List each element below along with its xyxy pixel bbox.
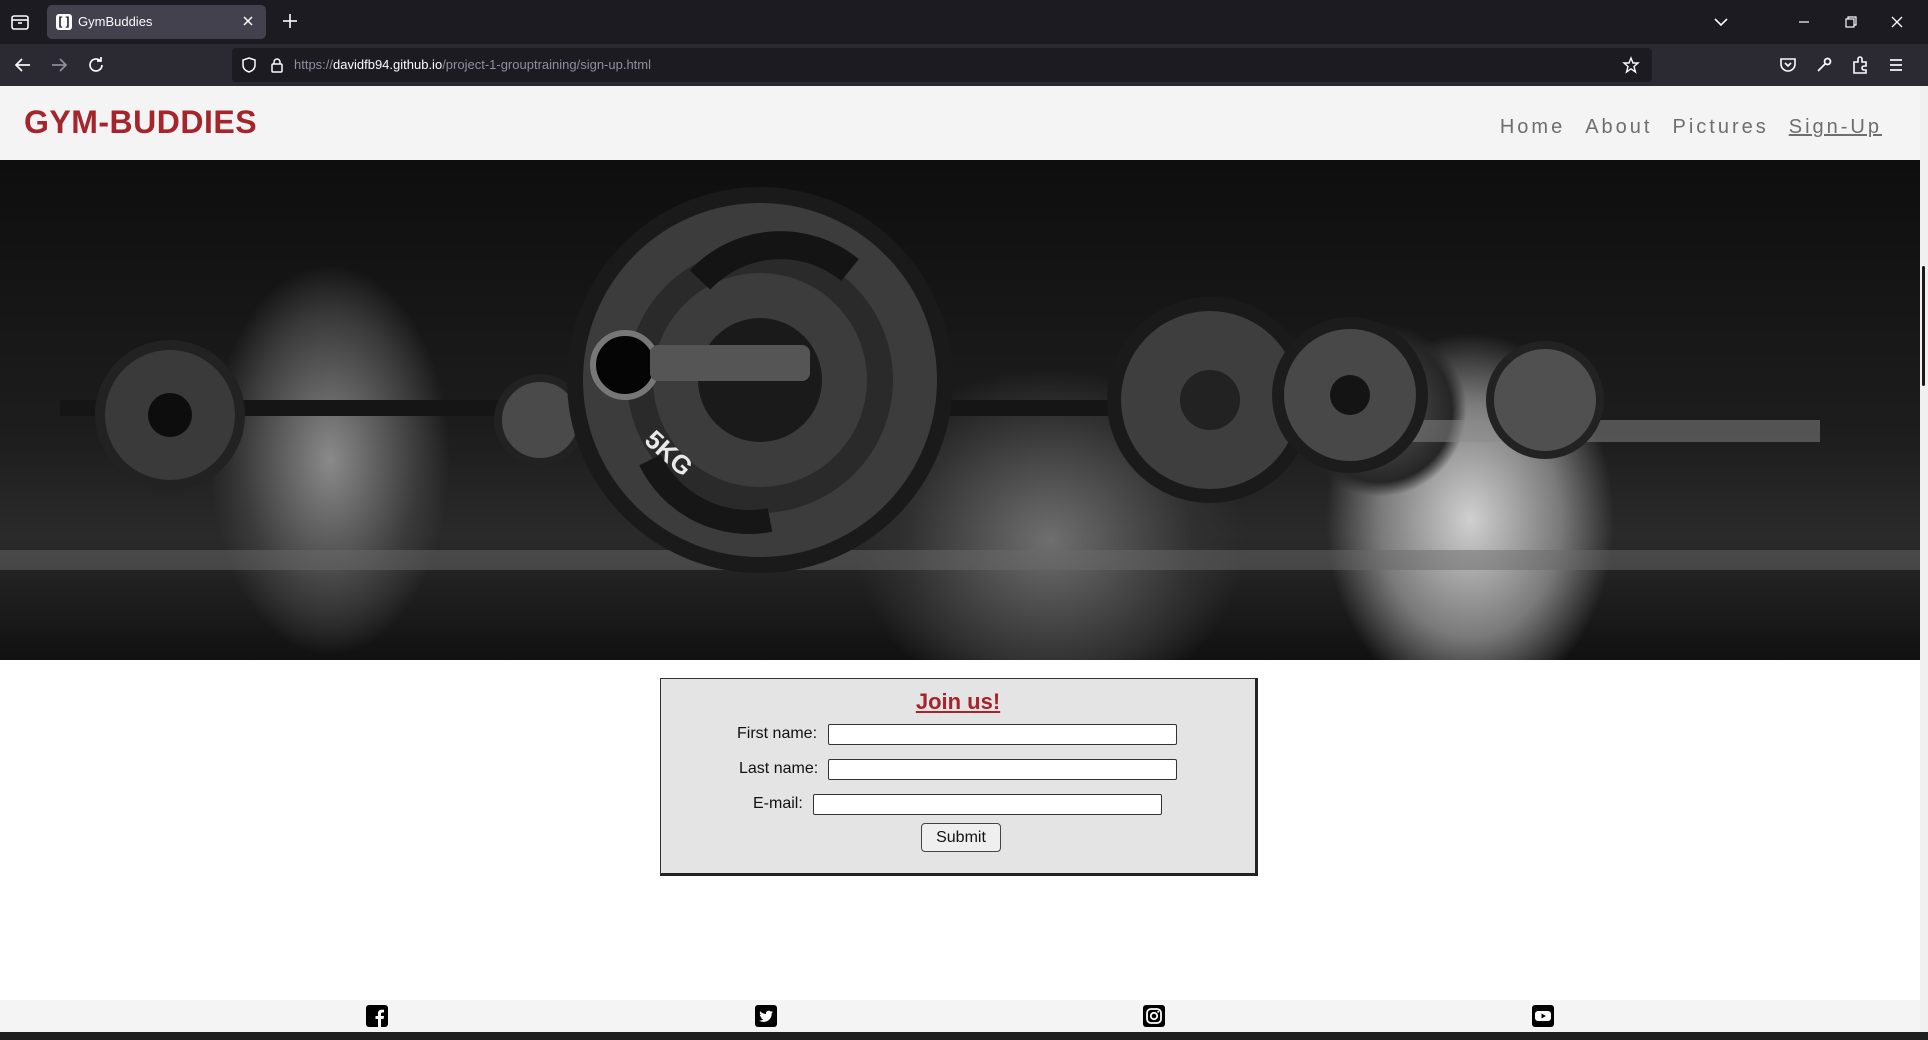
facebook-icon[interactable] bbox=[366, 1005, 388, 1027]
form-title: Join us! bbox=[915, 689, 1001, 714]
url-prefix: https:// bbox=[294, 57, 334, 72]
site-footer bbox=[0, 1000, 1920, 1032]
page-scrollbar[interactable] bbox=[1920, 86, 1928, 1032]
nav-pictures[interactable]: Pictures bbox=[1672, 116, 1768, 139]
extensions-icon[interactable] bbox=[1848, 53, 1872, 77]
main-nav: Home About Pictures Sign-Up bbox=[1500, 116, 1882, 139]
first-name-input[interactable] bbox=[828, 724, 1177, 745]
url-path: /project-1-grouptraining/sign-up.html bbox=[442, 57, 652, 72]
nav-about[interactable]: About bbox=[1585, 116, 1652, 139]
email-label: E-mail: bbox=[753, 795, 803, 812]
tracking-shield-icon[interactable] bbox=[240, 56, 258, 74]
last-name-label: Last name: bbox=[739, 760, 819, 777]
instagram-icon[interactable] bbox=[1143, 1005, 1165, 1027]
list-all-tabs-icon[interactable] bbox=[1710, 11, 1732, 33]
hero-image: 5KG bbox=[0, 160, 1920, 660]
url-host: davidfb94.github.io bbox=[333, 57, 443, 72]
url-text[interactable]: https://davidfb94.github.io/project-1-gr… bbox=[294, 57, 651, 72]
site-header: GYM-BUDDIES Home About Pictures Sign-Up bbox=[0, 86, 1920, 160]
scrollbar-thumb[interactable] bbox=[1922, 266, 1925, 386]
wrench-icon[interactable] bbox=[1812, 53, 1836, 77]
first-name-label: First name: bbox=[737, 725, 818, 742]
bookmark-star-icon[interactable] bbox=[1622, 56, 1640, 74]
address-bar[interactable]: https://davidfb94.github.io/project-1-gr… bbox=[232, 48, 1652, 82]
os-taskbar bbox=[0, 1032, 1928, 1040]
browser-toolbar: https://davidfb94.github.io/project-1-gr… bbox=[0, 44, 1928, 86]
youtube-icon[interactable] bbox=[1532, 1005, 1554, 1027]
forward-icon[interactable] bbox=[47, 53, 71, 77]
browser-tab[interactable]: [] GymBuddies bbox=[47, 5, 266, 39]
new-tab-icon[interactable] bbox=[280, 11, 300, 31]
twitter-icon[interactable] bbox=[755, 1005, 777, 1027]
back-icon[interactable] bbox=[11, 53, 35, 77]
pocket-icon[interactable] bbox=[1776, 53, 1800, 77]
tab-list-icon[interactable] bbox=[8, 10, 32, 34]
reload-icon[interactable] bbox=[84, 53, 108, 77]
email-input[interactable] bbox=[813, 794, 1162, 815]
menu-icon[interactable] bbox=[1884, 53, 1908, 77]
site-favicon-icon: [] bbox=[56, 14, 72, 30]
tab-close-icon[interactable] bbox=[239, 12, 257, 30]
nav-home[interactable]: Home bbox=[1500, 116, 1565, 139]
lock-icon[interactable] bbox=[268, 56, 286, 74]
brand-logo[interactable]: GYM-BUDDIES bbox=[24, 104, 257, 141]
minimize-icon[interactable] bbox=[1793, 11, 1815, 33]
tab-title: GymBuddies bbox=[78, 14, 153, 29]
signup-form: Join us! First name: Last name: E-mail: … bbox=[660, 678, 1258, 876]
last-name-input[interactable] bbox=[828, 759, 1177, 780]
browser-tab-bar: [] GymBuddies bbox=[0, 0, 1928, 44]
nav-sign-up[interactable]: Sign-Up bbox=[1789, 116, 1882, 139]
submit-button[interactable]: Submit bbox=[921, 823, 1001, 852]
close-window-icon[interactable] bbox=[1886, 11, 1908, 33]
restore-icon[interactable] bbox=[1840, 11, 1862, 33]
